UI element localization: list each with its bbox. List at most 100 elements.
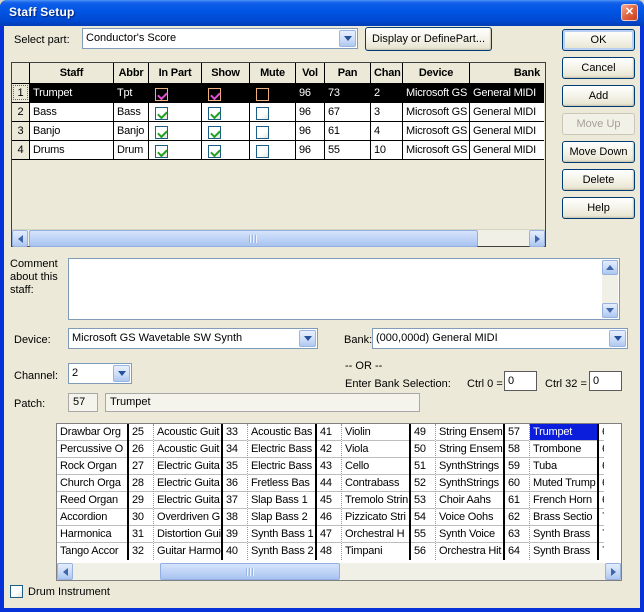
header-chan[interactable]: Chan [371, 63, 403, 84]
patch-cell[interactable]: Harmonica [57, 526, 127, 543]
patch-cell[interactable]: French Horn [530, 492, 597, 509]
comment-vscrollbar[interactable] [602, 260, 618, 318]
patch-cell[interactable]: Fretless Bas [248, 475, 315, 492]
patch-cell[interactable]: Electric Guita [154, 492, 221, 509]
patch-cell[interactable]: 33 [223, 424, 247, 441]
show-checkbox[interactable] [208, 107, 221, 120]
patch-cell[interactable]: Slap Bass 2 [248, 509, 315, 526]
scroll-thumb[interactable] [160, 563, 340, 580]
bank-cell[interactable]: General MIDI [470, 103, 544, 122]
patch-cell[interactable]: 45 [317, 492, 341, 509]
header-mute[interactable]: Mute [250, 63, 296, 84]
close-icon[interactable]: ✕ [621, 4, 638, 21]
patch-cell[interactable]: 70 [599, 509, 604, 526]
staff-cell[interactable]: Banjo [30, 122, 114, 141]
drum-instrument-checkbox[interactable] [10, 585, 23, 598]
scroll-down-icon[interactable] [602, 303, 618, 318]
patch-cell[interactable]: 49 [411, 424, 435, 441]
patch-cell[interactable]: Trombone [530, 441, 597, 458]
show-checkbox[interactable] [208, 126, 221, 139]
bank-cell[interactable]: General MIDI [470, 84, 544, 103]
staff-table-hscrollbar[interactable] [12, 229, 545, 246]
staff-cell[interactable]: Bass [30, 103, 114, 122]
staff-table-row[interactable]: 4DrumsDrum965510Microsoft GS WaGeneral M… [12, 141, 545, 160]
patch-cell[interactable]: 60 [505, 475, 529, 492]
abbr-cell[interactable]: Drum [114, 141, 149, 160]
abbr-cell[interactable]: Banjo [114, 122, 149, 141]
staff-cell[interactable]: Trumpet [30, 84, 114, 103]
vol-cell[interactable]: 96 [296, 103, 325, 122]
row-number-cell[interactable]: 3 [12, 122, 30, 141]
patch-cell[interactable]: 66 [599, 441, 604, 458]
patch-cell[interactable]: Synth Brass [530, 526, 597, 543]
patch-cell[interactable]: Orchestral H [342, 526, 409, 543]
patch-cell[interactable]: Overdriven G [154, 509, 221, 526]
mute-checkbox[interactable] [256, 145, 269, 158]
select-part-combobox[interactable]: Conductor's Score [82, 28, 358, 49]
ctrl32-input[interactable]: 0 [589, 371, 622, 391]
row-number-cell[interactable]: 1 [12, 84, 30, 103]
patch-cell[interactable]: 34 [223, 441, 247, 458]
vol-cell[interactable]: 96 [296, 84, 325, 103]
patch-cell[interactable]: Tango Accor [57, 543, 127, 560]
patch-cell[interactable]: 41 [317, 424, 341, 441]
scroll-right-icon[interactable] [529, 230, 545, 247]
patch-cell[interactable]: Acoustic Guit [154, 441, 221, 458]
patch-cell[interactable]: SynthStrings [436, 475, 503, 492]
patch-cell[interactable]: Rock Organ [57, 458, 127, 475]
header-abbr[interactable]: Abbr [114, 63, 149, 84]
patch-cell[interactable]: Orchestra Hit [436, 543, 503, 560]
bank-cell[interactable]: General MIDI [470, 141, 544, 160]
scroll-left-icon[interactable] [57, 563, 73, 580]
patch-cell[interactable]: 67 [599, 458, 604, 475]
device-cell[interactable]: Microsoft GS Wa [403, 122, 470, 141]
patch-cell[interactable]: 35 [223, 458, 247, 475]
patch-cell[interactable]: 42 [317, 441, 341, 458]
delete-button[interactable]: Delete [562, 169, 635, 191]
patch-cell[interactable]: Drawbar Org [57, 424, 127, 441]
patch-cell[interactable]: 50 [411, 441, 435, 458]
in-part-checkbox[interactable] [155, 126, 168, 139]
show-checkbox[interactable] [208, 145, 221, 158]
chan-cell[interactable]: 2 [371, 84, 403, 103]
chan-cell[interactable]: 4 [371, 122, 403, 141]
in-part-checkbox[interactable] [155, 107, 168, 120]
patch-cell[interactable]: 36 [223, 475, 247, 492]
patch-cell[interactable]: Tremolo Strin [342, 492, 409, 509]
header-bank[interactable]: Bank [470, 63, 544, 84]
patch-cell[interactable]: 37 [223, 492, 247, 509]
patch-cell[interactable]: 63 [505, 526, 529, 543]
device-cell[interactable]: Microsoft GS Wa [403, 141, 470, 160]
patch-cell[interactable]: 26 [129, 441, 153, 458]
patch-cell[interactable]: Viola [342, 441, 409, 458]
staff-table-row[interactable]: 1TrumpetTpt 96732Microsoft GS WaGeneral M… [12, 84, 545, 103]
patch-cell[interactable]: Distortion Gui [154, 526, 221, 543]
ctrl0-input[interactable]: 0 [504, 371, 537, 391]
patch-cell[interactable]: 52 [411, 475, 435, 492]
device-cell[interactable]: Microsoft GS Wa [403, 84, 470, 103]
patch-cell[interactable]: Timpani [342, 543, 409, 560]
patch-cell[interactable]: Synth Bass 2 [248, 543, 315, 560]
patch-cell[interactable]: Synth Voice [436, 526, 503, 543]
patch-cell[interactable]: Electric Bass [248, 441, 315, 458]
patch-cell[interactable]: 56 [411, 543, 435, 560]
pan-cell[interactable]: 55 [325, 141, 371, 160]
patch-cell[interactable]: 43 [317, 458, 341, 475]
pan-cell[interactable]: 73 [325, 84, 371, 103]
patch-cell[interactable]: 53 [411, 492, 435, 509]
device-combobox[interactable]: Microsoft GS Wavetable SW Synth [68, 328, 318, 349]
patch-cell[interactable]: 32 [129, 543, 153, 560]
patch-cell[interactable]: Acoustic Bas [248, 424, 315, 441]
staff-table-row[interactable]: 2BassBass96673Microsoft GS WaGeneral MID… [12, 103, 545, 122]
patch-cell[interactable]: 64 [505, 543, 529, 560]
abbr-cell[interactable]: Tpt [114, 84, 149, 103]
patch-cell[interactable]: Violin [342, 424, 409, 441]
mute-checkbox[interactable] [256, 126, 269, 139]
patch-grid-hscrollbar[interactable] [57, 563, 621, 580]
patch-cell[interactable]: 68 [599, 475, 604, 492]
patch-cell[interactable]: Acoustic Guit [154, 424, 221, 441]
patch-cell[interactable]: 71 [599, 526, 604, 543]
patch-cell[interactable]: String Ensem [436, 424, 503, 441]
patch-cell[interactable]: Synth Brass [530, 543, 597, 560]
header-vol[interactable]: Vol [296, 63, 325, 84]
